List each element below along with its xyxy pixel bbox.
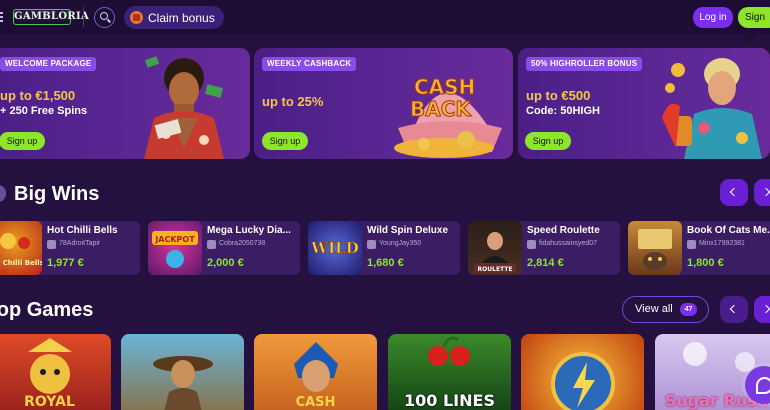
- win-amount: 1,977 €: [47, 257, 84, 269]
- game-tile-label: CASH: [295, 395, 336, 410]
- user-avatar-icon: [367, 240, 376, 249]
- game-thumbnail: WILD: [308, 221, 362, 275]
- game-thumbnail: Hot Chilli Bells: [0, 221, 42, 275]
- user-avatar-icon: [207, 240, 216, 249]
- win-game-name: Book Of Cats Me...: [687, 225, 770, 236]
- header-signup-button[interactable]: Sign up: [738, 7, 770, 44]
- big-wins-next-button[interactable]: [754, 179, 770, 206]
- promo-character-art: [662, 58, 762, 159]
- win-amount: 1,800 €: [687, 257, 724, 269]
- big-wins-title: Big Wins: [14, 183, 100, 205]
- game-thumbnail: [628, 221, 682, 275]
- promo-card-highroller[interactable]: 50% HIGHROLLER BONUS up to €500 Code: 50…: [518, 48, 770, 159]
- promo-card-cashback[interactable]: CASH BACK WEEKLY CASHBACK up to 25% Sign…: [254, 48, 513, 159]
- win-username: Cobra2050738: [219, 240, 266, 247]
- top-games-next-button[interactable]: [754, 296, 770, 323]
- big-win-card[interactable]: WILD Wild Spin Deluxe YoungJay350 1,680 …: [308, 221, 460, 275]
- promo-signup-button[interactable]: Sign up: [262, 132, 308, 150]
- promo-signup-button[interactable]: Sign up: [525, 132, 571, 150]
- promo-signup-button[interactable]: Sign up: [0, 132, 45, 150]
- big-win-card[interactable]: ROULETTE Speed Roulette fidahussainsyed0…: [468, 221, 620, 275]
- chevron-right-icon: [761, 187, 770, 197]
- cashback-art-text-1: CASH: [414, 75, 475, 99]
- promo-character-art: [144, 56, 224, 159]
- game-tile[interactable]: 100 LINES: [388, 334, 511, 410]
- view-all-button[interactable]: View all 47: [622, 296, 709, 323]
- win-username: Minx17992381: [699, 240, 745, 247]
- win-game-name: Speed Roulette: [527, 225, 600, 236]
- promo-headline: up to €500: [526, 88, 591, 103]
- win-game-name: Wild Spin Deluxe: [367, 225, 449, 236]
- header-divider: [83, 7, 84, 27]
- win-game-name: Hot Chilli Bells: [47, 225, 118, 236]
- chevron-left-icon: [729, 304, 739, 314]
- big-win-card[interactable]: Hot Chilli Bells Hot Chilli Bells 78Adro…: [0, 221, 140, 275]
- top-games-prev-button[interactable]: [720, 296, 748, 323]
- menu-icon[interactable]: [0, 12, 4, 22]
- top-header: GAMBLORIA Claim bonus Log in Sign up: [0, 0, 770, 44]
- win-username: 78AdroitTapir: [59, 240, 101, 247]
- game-thumbnail: ROULETTE: [468, 221, 522, 275]
- thumb-text: WILD: [310, 239, 358, 257]
- game-tile[interactable]: [121, 334, 244, 410]
- user-avatar-icon: [47, 240, 56, 249]
- view-all-label: View all: [635, 303, 673, 315]
- user-avatar-icon: [687, 240, 696, 249]
- win-username: YoungJay350: [379, 240, 422, 247]
- thumb-text: JACKPOT: [154, 235, 195, 244]
- thumb-text: ROULETTE: [478, 266, 513, 273]
- win-amount: 1,680 €: [367, 257, 404, 269]
- win-username: fidahussainsyed07: [539, 240, 597, 247]
- claim-bonus-label: Claim bonus: [148, 11, 215, 25]
- promo-tag: WELCOME PACKAGE: [0, 57, 97, 71]
- big-win-card[interactable]: JACKPOT Mega Lucky Dia... Cobra2050738 2…: [148, 221, 300, 275]
- game-tile[interactable]: ROYAL: [0, 334, 111, 410]
- login-button[interactable]: Log in: [693, 7, 733, 28]
- game-tile[interactable]: [521, 334, 644, 410]
- site-logo[interactable]: GAMBLORIA: [13, 9, 89, 25]
- win-amount: 2,814 €: [527, 257, 564, 269]
- game-tile-label: 100 LINES: [404, 391, 495, 410]
- user-avatar-icon: [527, 240, 536, 249]
- trophy-icon: [0, 185, 6, 202]
- promo-headline: up to €1,500: [0, 88, 76, 103]
- promo-subline: + 250 Free Spins: [0, 105, 88, 117]
- cashback-art-text-2: BACK: [410, 97, 472, 121]
- game-thumbnail: JACKPOT: [148, 221, 202, 275]
- promo-headline: up to 25%: [262, 94, 324, 109]
- promo-tag: WEEKLY CASHBACK: [262, 57, 357, 71]
- claim-bonus-button[interactable]: Claim bonus: [124, 6, 224, 29]
- promo-card-welcome[interactable]: WELCOME PACKAGE up to €1,500 + 250 Free …: [0, 48, 250, 159]
- thumb-text: Hot Chilli Bells: [0, 259, 42, 267]
- search-button[interactable]: [94, 7, 115, 28]
- promo-tag: 50% HIGHROLLER BONUS: [526, 57, 643, 71]
- promo-subline: Code: 50HIGH: [526, 105, 600, 117]
- chevron-left-icon: [729, 187, 739, 197]
- win-amount: 2,000 €: [207, 257, 244, 269]
- chevron-right-icon: [761, 304, 770, 314]
- gift-icon: [130, 11, 143, 24]
- big-win-card[interactable]: Book Of Cats Me... Minx17992381 1,800 €: [628, 221, 770, 275]
- cashback-shell-art: CASH BACK: [394, 75, 502, 158]
- big-wins-prev-button[interactable]: [720, 179, 748, 206]
- game-tile-label: ROYAL: [24, 394, 75, 410]
- game-tile[interactable]: CASH: [254, 334, 377, 410]
- win-game-name: Mega Lucky Dia...: [207, 225, 291, 236]
- games-count-badge: 47: [680, 303, 697, 316]
- top-games-title: Top Games: [0, 299, 94, 321]
